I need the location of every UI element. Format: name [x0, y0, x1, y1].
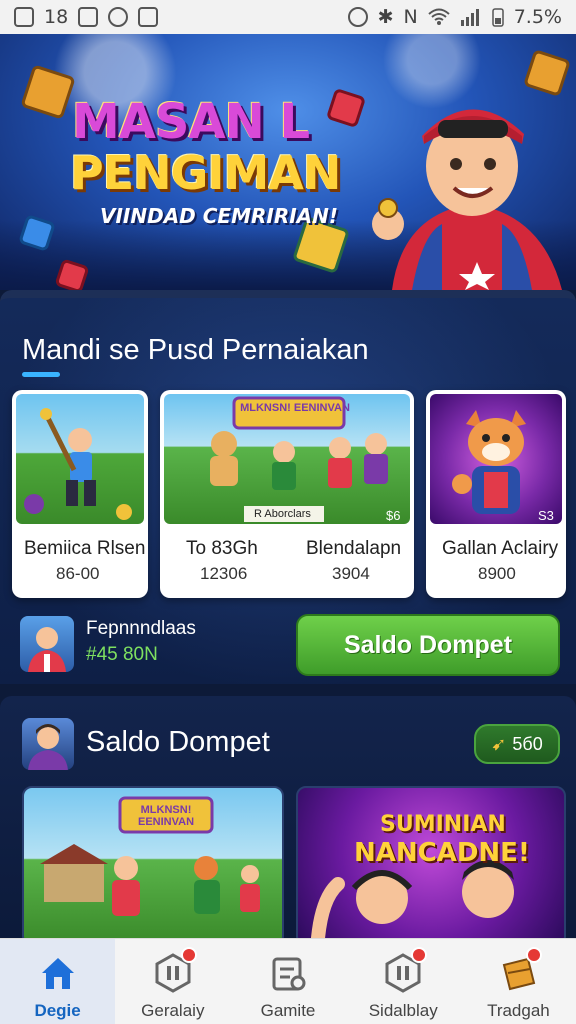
status-left-text: 18	[44, 6, 69, 28]
image-icon	[78, 7, 99, 27]
promo-card[interactable]: SUMINIAN NANCADNE!	[296, 786, 566, 938]
notification-badge	[411, 947, 428, 963]
section-title: Mandi se Pusd Pernaiakan	[22, 334, 369, 366]
pause-shield-icon	[153, 947, 197, 993]
bottom-navigation: Degie Geralaiy Gamite Sidalblay Tradgah	[0, 938, 576, 1024]
nav-item-gamite[interactable]: Gamite	[230, 939, 345, 1024]
bluetooth-icon: ✱	[377, 6, 394, 28]
battery-percentage: 7.5%	[513, 6, 562, 28]
avatar[interactable]	[22, 718, 74, 770]
promo-banner-text: MLKNSN! EENINVAN	[137, 804, 195, 828]
game-card[interactable]: Bemiica Rlsen 86-00	[12, 390, 148, 598]
coin-icon: ➹	[491, 733, 507, 754]
card-banner-text: MLKNSN! EENINVAN	[240, 402, 350, 414]
camera-icon	[138, 7, 159, 27]
game-card-artwork	[16, 394, 144, 524]
nav-item-sidalblay[interactable]: Sidalblay	[346, 939, 461, 1024]
promo-title-line2: NANCADNE!	[354, 838, 530, 868]
hero-title-line2: PENGIMAN	[70, 146, 341, 200]
gallery-icon	[14, 7, 34, 27]
nav-item-geralaiy[interactable]: Geralaiy	[115, 939, 230, 1024]
game-card-artwork	[430, 394, 562, 524]
game-card-title: Bemiica Rlsen	[24, 538, 146, 559]
battery-icon	[491, 8, 504, 27]
featured-games-section: Mandi se Pusd Pernaiakan Bemiica Rlsen 8…	[0, 290, 576, 684]
hero-title-line1: MASAN L	[72, 94, 310, 150]
card-caption: R Aborclars	[254, 508, 311, 520]
status-bar: 18 ✱ N 7.5%	[0, 0, 576, 34]
game-card-value: 8900	[478, 564, 516, 583]
hero-subtitle: VIINDAD CEMRIRIAN!	[100, 204, 339, 228]
section-title: Saldo Dompet	[86, 726, 270, 758]
title-underline	[22, 372, 60, 377]
pause-shield-icon	[383, 947, 428, 993]
game-card-featured[interactable]: MLKNSN! EENINVAN R Aborclars $6 To 83Gh …	[160, 390, 414, 598]
coin-badge[interactable]: ➹ 5б0	[474, 724, 560, 764]
wifi-icon	[428, 8, 450, 25]
nav-label: Tradgah	[487, 1001, 550, 1020]
wallet-row: Fepnnndlaas #45 80N Saldo Dompet	[20, 614, 560, 680]
saldo-dompet-button[interactable]: Saldo Dompet	[296, 614, 560, 676]
promo-card[interactable]: MLKNSN! EENINVAN	[22, 786, 284, 938]
card-price: S3	[538, 508, 554, 523]
home-icon	[41, 958, 74, 989]
nav-label: Degie	[34, 1001, 81, 1020]
game-card-title: To 83Gh	[186, 538, 258, 559]
coin-badge-value: 5б0	[512, 733, 543, 754]
wallet-amount: #45 80N	[86, 644, 158, 665]
game-card[interactable]: S3 Gallan Aclairy 8900	[426, 390, 566, 598]
nav-label: Geralaiy	[141, 1001, 205, 1020]
game-card-title-secondary: Blendalapn	[306, 538, 402, 559]
nav-label: Sidalblay	[368, 1001, 438, 1020]
location-icon	[108, 7, 129, 27]
signal-icon	[460, 9, 479, 26]
avatar[interactable]	[20, 616, 74, 672]
promo-title-line1: SUMINIAN	[380, 812, 506, 837]
nav-item-tradgah[interactable]: Tradgah	[461, 939, 576, 1024]
wallet-user-name: Fepnnndlaas	[86, 618, 196, 639]
nav-item-home[interactable]: Degie	[0, 939, 116, 1024]
alarm-icon	[347, 7, 368, 27]
card-price: $6	[386, 508, 401, 523]
game-card-value: 12306	[200, 564, 248, 583]
wallet-section: Saldo Dompet ➹ 5б0 MLKNSN! EENINVAN SUMI…	[0, 696, 576, 938]
gift-icon	[498, 947, 543, 993]
notification-badge	[526, 947, 543, 963]
notification-badge	[180, 947, 197, 963]
hero-character-illustration	[372, 109, 562, 290]
network-letter: N	[403, 6, 418, 28]
game-card-value: 86-00	[56, 564, 100, 583]
hero-banner[interactable]: MASAN L PENGIMAN VIINDAD CEMRIRIAN!	[0, 34, 576, 290]
game-card-value-secondary: 3904	[332, 564, 370, 583]
nav-label: Gamite	[260, 1001, 316, 1020]
game-card-title: Gallan Aclairy	[442, 538, 559, 559]
ticket-icon	[272, 957, 306, 991]
